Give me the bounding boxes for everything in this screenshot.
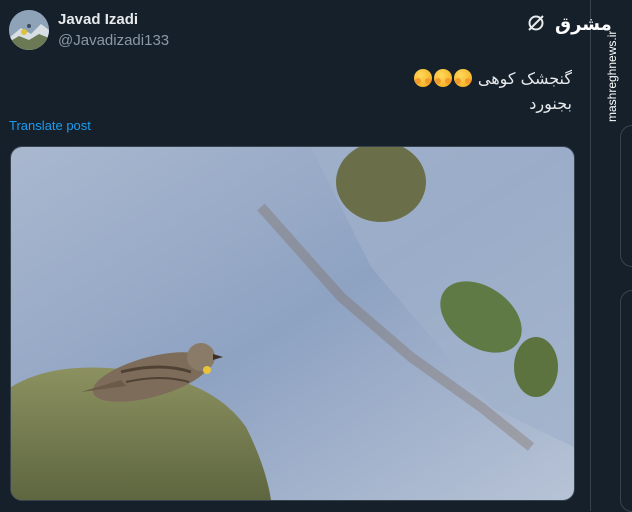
hug-emoji-icon	[453, 69, 472, 87]
author-handle[interactable]: @Javadizadi133	[58, 32, 169, 49]
tweet-text-line1: گنجشک کوهی	[192, 66, 572, 91]
sidebar-card[interactable]	[620, 125, 632, 267]
watermark-site: mashreghnews.ir	[605, 30, 619, 122]
tweet: Javad Izadi @Javadizadi133 گنجشک کوهی بج…	[0, 0, 590, 511]
divider	[590, 0, 591, 511]
author-name[interactable]: Javad Izadi	[58, 11, 138, 28]
hug-emoji-icon	[433, 69, 452, 87]
hug-emoji-icon	[413, 69, 432, 87]
translate-post-link[interactable]: Translate post	[9, 118, 91, 133]
tweet-photo[interactable]	[10, 146, 575, 501]
tweet-text-phrase: گنجشک کوهی	[477, 69, 572, 88]
watermark-logo: مشرق	[555, 14, 612, 35]
sidebar-card[interactable]	[620, 290, 632, 512]
avatar-image	[9, 10, 49, 50]
grok-icon[interactable]	[526, 13, 546, 33]
avatar[interactable]	[9, 10, 49, 50]
sparrow-photo	[11, 147, 574, 500]
tweet-text-line2: بجنورد	[529, 94, 572, 113]
tweet-text: گنجشک کوهی بجنورد	[192, 66, 572, 116]
